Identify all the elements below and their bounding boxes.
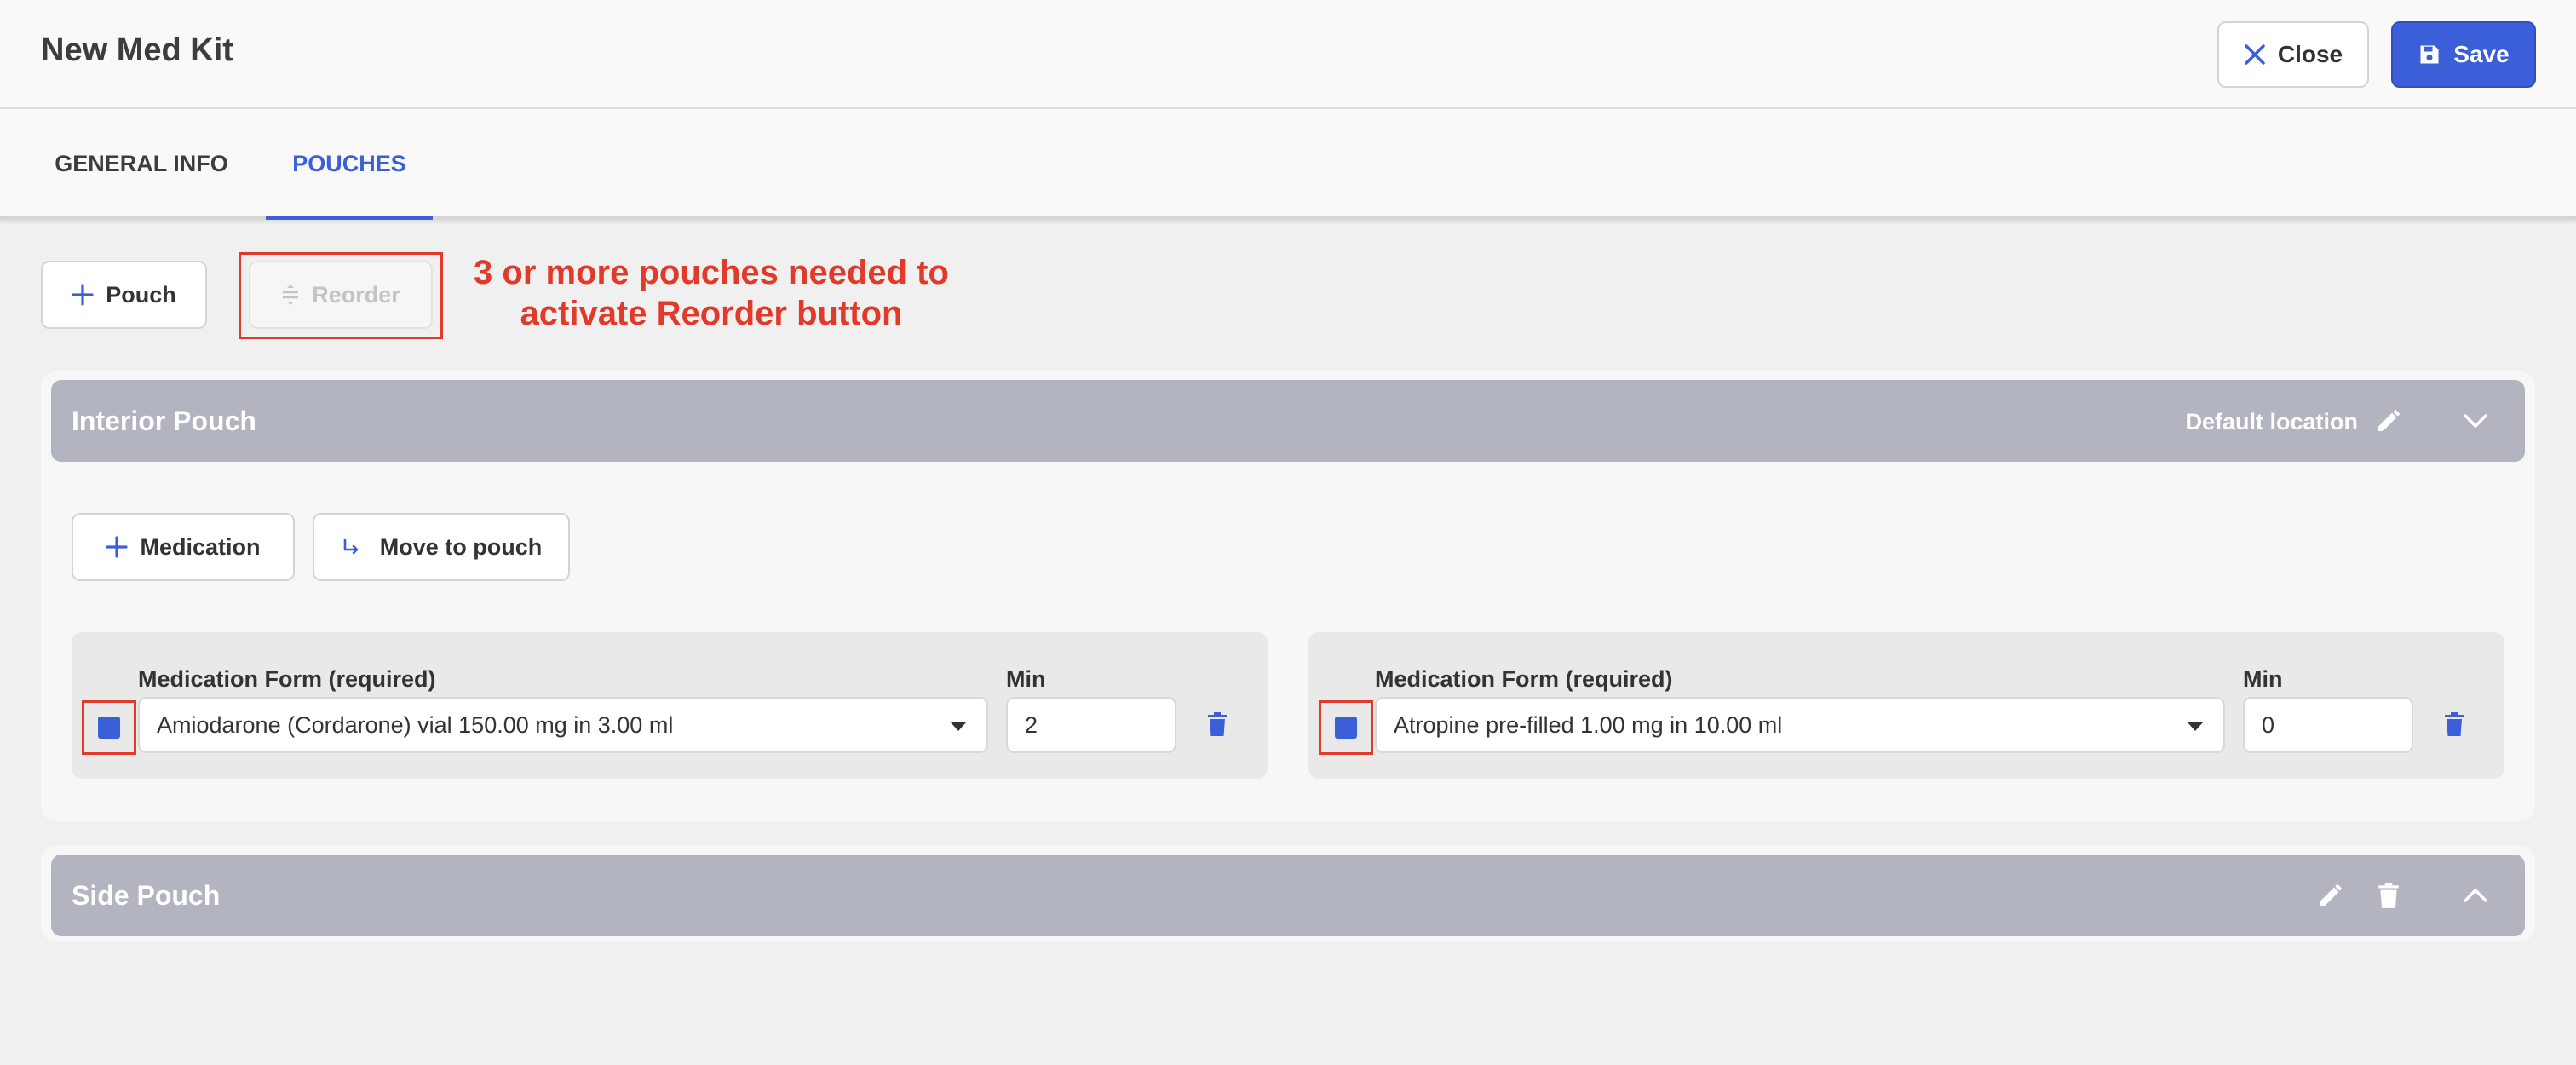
floppy-disk-icon <box>2418 43 2441 66</box>
add-medication-button[interactable]: Medication <box>72 513 295 581</box>
annotation-line-1: 3 or more pouches needed to <box>474 254 949 291</box>
pouch-title: Interior Pouch <box>72 406 256 436</box>
medication-checkbox[interactable] <box>98 717 120 739</box>
tab-pouches[interactable]: POUCHES <box>266 109 433 220</box>
dropdown-caret-icon <box>2188 722 2203 731</box>
reorder-label: Reorder <box>312 281 400 308</box>
save-button[interactable]: Save <box>2391 21 2536 88</box>
min-quantity-input[interactable]: 2 <box>1006 697 1176 753</box>
medication-row: Medication Form (required) Min Atropine … <box>1308 632 2504 779</box>
min-label: Min <box>2243 666 2283 692</box>
trash-icon[interactable] <box>2373 880 2404 911</box>
interior-pouch-card: Interior Pouch Default location Medicati… <box>41 371 2535 821</box>
tab-general-info[interactable]: GENERAL INFO <box>41 109 242 218</box>
reorder-button[interactable]: Reorder <box>249 261 433 329</box>
tab-bar: GENERAL INFO POUCHES <box>0 109 2576 220</box>
plus-icon <box>106 536 129 558</box>
annotation-line-2: activate Reorder button <box>520 295 903 332</box>
medication-form-label: Medication Form (required) <box>138 666 436 692</box>
medication-form-label: Medication Form (required) <box>1375 666 1673 692</box>
pencil-icon[interactable] <box>2373 406 2404 436</box>
save-button-label: Save <box>2453 41 2510 67</box>
close-button[interactable]: Close <box>2217 21 2369 88</box>
medication-form-value: Amiodarone (Cordarone) vial 150.00 mg in… <box>157 711 674 738</box>
trash-icon[interactable] <box>2441 709 2467 740</box>
move-to-pouch-label: Move to pouch <box>379 533 543 560</box>
medication-row: Medication Form (required) Min Amiodaron… <box>72 632 1268 779</box>
close-icon <box>2244 43 2266 66</box>
page-header: New Med Kit Close Save <box>0 0 2576 109</box>
reorder-annotation: 3 or more pouches needed to activate Reo… <box>460 252 963 334</box>
chevron-down-icon[interactable] <box>2460 406 2491 436</box>
pouch-location: Default location <box>2185 409 2358 435</box>
move-to-pouch-button[interactable]: Move to pouch <box>313 513 570 581</box>
pouch-title: Side Pouch <box>72 880 221 911</box>
side-pouch-card: Side Pouch <box>41 846 2535 941</box>
medication-checkbox[interactable] <box>1335 717 1357 739</box>
min-quantity-input[interactable]: 0 <box>2243 697 2413 753</box>
add-pouch-label: Pouch <box>106 281 176 308</box>
reorder-icon <box>281 284 300 306</box>
dropdown-caret-icon <box>951 722 966 731</box>
plus-icon <box>72 284 94 306</box>
close-button-label: Close <box>2277 41 2343 67</box>
add-pouch-button[interactable]: Pouch <box>41 261 207 329</box>
subdirectory-arrow-icon <box>341 537 361 557</box>
add-medication-label: Medication <box>140 533 261 560</box>
medication-form-select[interactable]: Amiodarone (Cordarone) vial 150.00 mg in… <box>138 697 988 753</box>
trash-icon[interactable] <box>1205 709 1230 740</box>
medication-form-select[interactable]: Atropine pre-filled 1.00 mg in 10.00 ml <box>1375 697 2225 753</box>
min-label: Min <box>1006 666 1046 692</box>
pouch-header-bar[interactable]: Interior Pouch Default location <box>51 380 2525 462</box>
page-title: New Med Kit <box>41 32 233 68</box>
pouch-header-bar[interactable]: Side Pouch <box>51 855 2525 936</box>
pencil-icon[interactable] <box>2315 880 2346 911</box>
medication-form-value: Atropine pre-filled 1.00 mg in 10.00 ml <box>1394 711 1783 738</box>
chevron-up-icon[interactable] <box>2460 880 2491 911</box>
